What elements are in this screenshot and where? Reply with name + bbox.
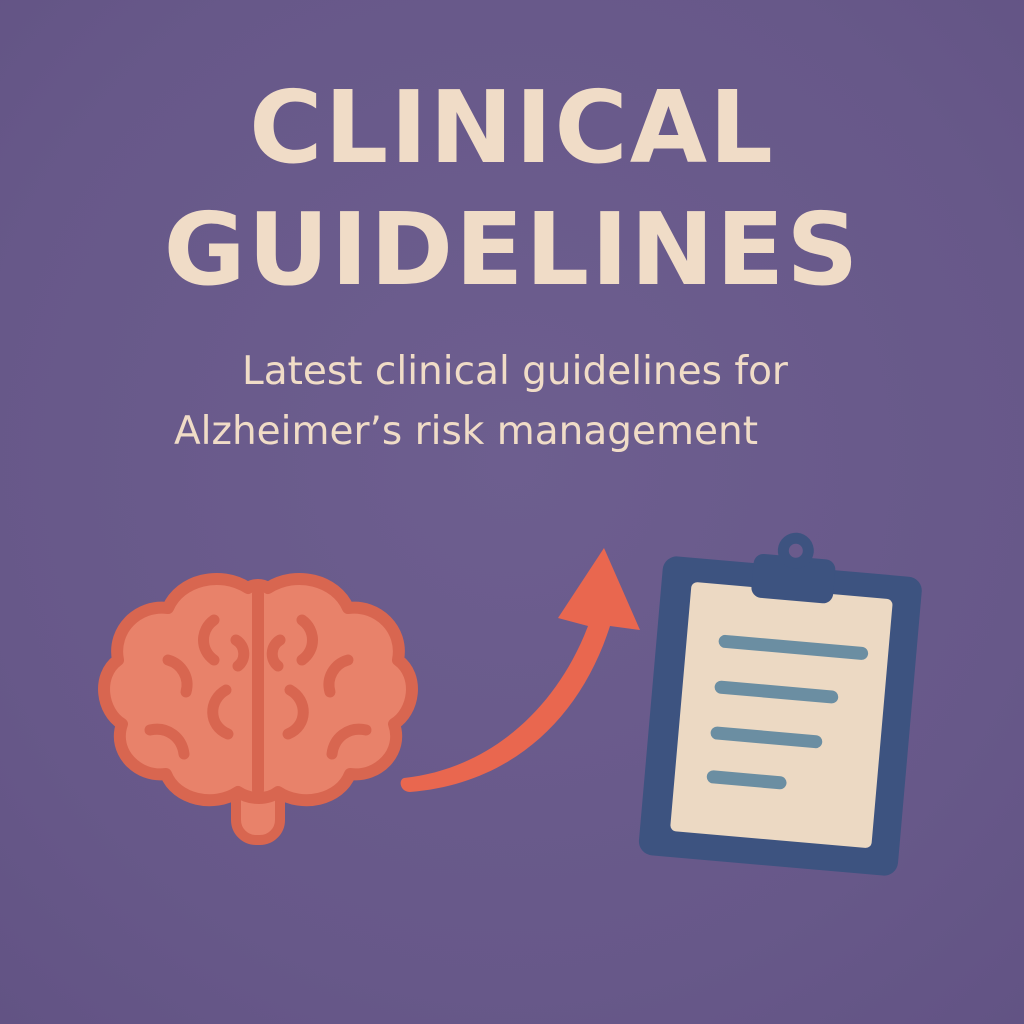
clipboard-icon (638, 532, 922, 876)
illustration (98, 532, 922, 876)
brain-icon (98, 572, 418, 845)
arrow-up-right-icon (400, 548, 640, 792)
